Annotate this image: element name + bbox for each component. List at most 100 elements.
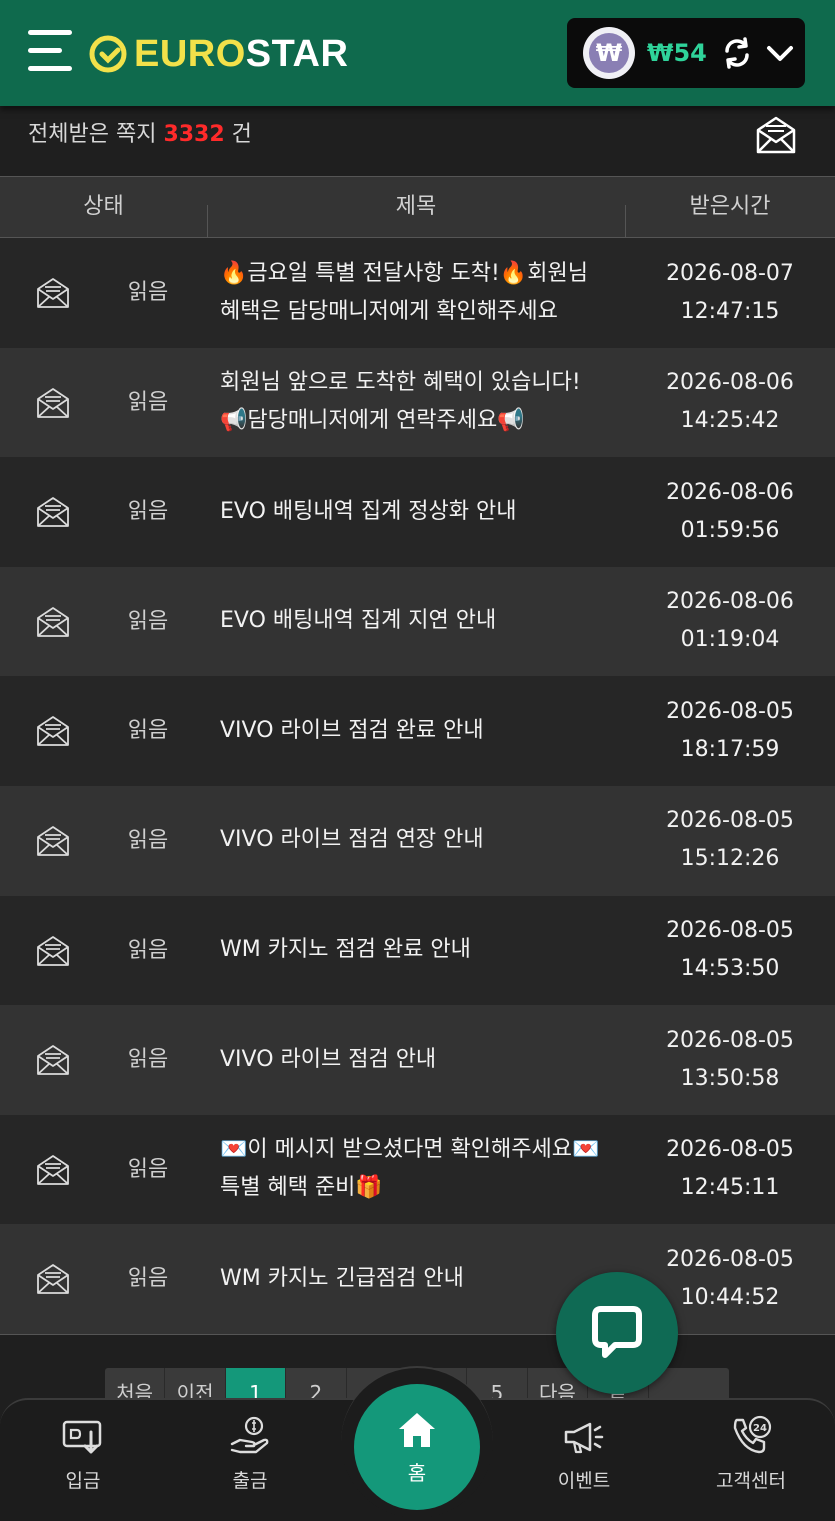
header-title: 제목 — [395, 194, 437, 219]
mail-open-icon[interactable] — [754, 112, 798, 156]
row-title-line2: 혜택은 담당매니저에게 확인해주세요 — [220, 298, 558, 324]
row-received-time: 2026-08-06 01:59:56 — [625, 457, 835, 566]
nav-deposit[interactable]: 입금 — [23, 1414, 143, 1504]
row-date: 2026-08-06 — [666, 370, 794, 396]
inbox-total-label: 전체받은 쪽지 — [28, 122, 157, 147]
brand-name: EUROSTAR — [134, 34, 348, 74]
header-status: 상태 — [83, 194, 124, 219]
message-list: 읽음 🔥금요일 특별 전달사항 도착!🔥회원님혜택은 담당매니저에게 확인해주세… — [0, 238, 835, 1335]
home-icon — [399, 1412, 435, 1447]
row-received-time: 2026-08-05 14:53:50 — [625, 896, 835, 1005]
wallet-dropdown[interactable]: ₩ ₩54 — [567, 18, 805, 88]
row-title[interactable]: EVO 배팅내역 집계 정상화 안내 — [220, 457, 625, 566]
live-chat-button[interactable] — [556, 1272, 678, 1394]
inbox-total-count: 3332 — [163, 122, 225, 147]
brand-logo[interactable]: EUROSTAR — [88, 32, 348, 76]
envelope-open-icon — [37, 935, 69, 966]
row-title[interactable]: 💌이 메시지 받으셨다면 확인해주세요💌 특별 혜택 준비🎁 — [220, 1115, 625, 1224]
row-title-line1: 🔥금요일 특별 전달사항 도착!🔥회원님 — [220, 260, 588, 286]
table-row[interactable]: 읽음 WM 카지노 긴급점검 안내 2026-08-05 10:44:52 — [0, 1224, 835, 1334]
row-time: 18:17:59 — [680, 736, 780, 762]
row-received-time: 2026-08-05 18:17:59 — [625, 676, 835, 785]
coin-symbol: ₩ — [589, 33, 629, 73]
row-title[interactable]: VIVO 라이브 점검 연장 안내 — [220, 786, 625, 895]
table-bottom-border — [0, 1334, 835, 1335]
chevron-down-icon[interactable] — [765, 38, 795, 68]
deposit-icon — [62, 1420, 102, 1454]
table-row[interactable]: 읽음 🔥금요일 특별 전달사항 도착!🔥회원님혜택은 담당매니저에게 확인해주세… — [0, 238, 835, 348]
nav-support[interactable]: 24 고객센터 — [691, 1414, 811, 1504]
row-date: 2026-08-06 — [666, 589, 794, 615]
row-title[interactable]: 회원님 앞으로 도착한 혜택이 있습니다! 📢담당매니저에게 연락주세요📢 — [220, 348, 625, 457]
row-title[interactable]: VIVO 라이브 점검 완료 안내 — [220, 676, 625, 785]
row-status: 읽음 — [127, 1047, 169, 1073]
table-row[interactable]: 읽음 VIVO 라이브 점검 연장 안내 2026-08-05 15:12:26 — [0, 785, 835, 896]
row-title-line2: 📢담당매니저에게 연락주세요📢 — [220, 408, 525, 434]
table-row[interactable]: 읽음 WM 카지노 점검 완료 안내 2026-08-05 14:53:50 — [0, 895, 835, 1006]
envelope-open-icon — [37, 606, 69, 637]
header-received-time: 받은시간 — [689, 194, 771, 219]
row-time: 10:44:52 — [680, 1284, 780, 1310]
brand-name-part2: STAR — [245, 33, 349, 75]
row-time: 12:47:15 — [680, 298, 780, 324]
wallet-balance: ₩54 — [647, 39, 707, 67]
row-time: 13:50:58 — [680, 1065, 780, 1091]
table-row[interactable]: 읽음 VIVO 라이브 점검 안내 2026-08-05 13:50:58 — [0, 1005, 835, 1115]
logo-mark-icon — [89, 35, 127, 73]
app-header: EUROSTAR ₩ ₩54 — [0, 0, 835, 106]
row-status: 읽음 — [127, 499, 169, 525]
row-time: 01:59:56 — [680, 517, 780, 543]
row-status: 읽음 — [127, 389, 169, 415]
envelope-open-icon — [37, 716, 69, 747]
row-date: 2026-08-05 — [666, 1246, 794, 1272]
table-row[interactable]: 읽음 회원님 앞으로 도착한 혜택이 있습니다! 📢담당매니저에게 연락주세요📢 … — [0, 347, 835, 458]
row-date: 2026-08-05 — [666, 1027, 794, 1053]
envelope-open-icon — [37, 278, 69, 308]
row-received-time: 2026-08-05 13:50:58 — [625, 1005, 835, 1114]
row-time: 01:19:04 — [680, 627, 780, 653]
nav-home-label: 홈 — [407, 1460, 427, 1485]
row-title[interactable]: 🔥금요일 특별 전달사항 도착!🔥회원님혜택은 담당매니저에게 확인해주세요 — [220, 238, 625, 347]
envelope-open-icon — [37, 1045, 69, 1076]
row-status: 읽음 — [127, 280, 169, 305]
row-status: 읽음 — [127, 827, 169, 853]
chat-bubble-icon — [592, 1306, 642, 1358]
row-title-line1: VIVO 라이브 점검 안내 — [220, 1046, 437, 1072]
row-title-line1: EVO 배팅내역 집계 지연 안내 — [220, 608, 497, 634]
nav-home[interactable]: 홈 — [354, 1384, 480, 1510]
row-status: 읽음 — [127, 718, 169, 744]
nav-withdraw-label: 출금 — [232, 1470, 268, 1492]
inbox-total-unit: 건 — [231, 122, 252, 147]
menu-icon[interactable] — [28, 30, 72, 74]
nav-withdraw[interactable]: 출금 — [190, 1414, 310, 1504]
row-title[interactable]: WM 카지노 점검 완료 안내 — [220, 896, 625, 1005]
row-received-time: 2026-08-06 14:25:42 — [625, 348, 835, 457]
row-status: 읽음 — [127, 1266, 169, 1292]
row-title-line1: 💌이 메시지 받으셨다면 확인해주세요💌 — [220, 1137, 600, 1163]
row-time: 14:53:50 — [680, 956, 780, 982]
row-title-line1: 회원님 앞으로 도착한 혜택이 있습니다! — [220, 370, 581, 396]
row-time: 12:45:11 — [680, 1175, 780, 1201]
won-coin-icon: ₩ — [583, 27, 635, 79]
envelope-open-icon — [37, 1154, 69, 1185]
row-date: 2026-08-06 — [666, 479, 794, 505]
table-row[interactable]: 읽음 VIVO 라이브 점검 완료 안내 2026-08-05 18:17:59 — [0, 676, 835, 786]
refresh-icon[interactable] — [719, 35, 755, 71]
inbox-total: 전체받은 쪽지 3332 건 — [28, 116, 252, 148]
row-title[interactable]: VIVO 라이브 점검 안내 — [220, 1005, 625, 1114]
nav-support-label: 고객센터 — [716, 1470, 786, 1492]
brand-name-part1: EURO — [134, 33, 246, 75]
row-title[interactable]: EVO 배팅내역 집계 지연 안내 — [220, 567, 625, 676]
envelope-open-icon — [37, 497, 69, 528]
table-row[interactable]: 읽음 💌이 메시지 받으셨다면 확인해주세요💌 특별 혜택 준비🎁 2026-08… — [0, 1114, 835, 1225]
table-row[interactable]: 읽음 EVO 배팅내역 집계 정상화 안내 2026-08-06 01:59:56 — [0, 457, 835, 567]
row-title-line2: 특별 혜택 준비🎁 — [220, 1175, 383, 1201]
table-row[interactable]: 읽음 EVO 배팅내역 집계 지연 안내 2026-08-06 01:19:04 — [0, 566, 835, 677]
row-title-line1: WM 카지노 점검 완료 안내 — [220, 937, 471, 963]
nav-event[interactable]: 이벤트 — [524, 1414, 644, 1504]
row-received-time: 2026-08-05 12:45:11 — [625, 1115, 835, 1224]
row-time: 14:25:42 — [680, 408, 780, 434]
row-date: 2026-08-05 — [666, 918, 794, 944]
row-received-time: 2026-08-07 12:47:15 — [625, 238, 835, 347]
withdraw-icon — [230, 1416, 269, 1454]
